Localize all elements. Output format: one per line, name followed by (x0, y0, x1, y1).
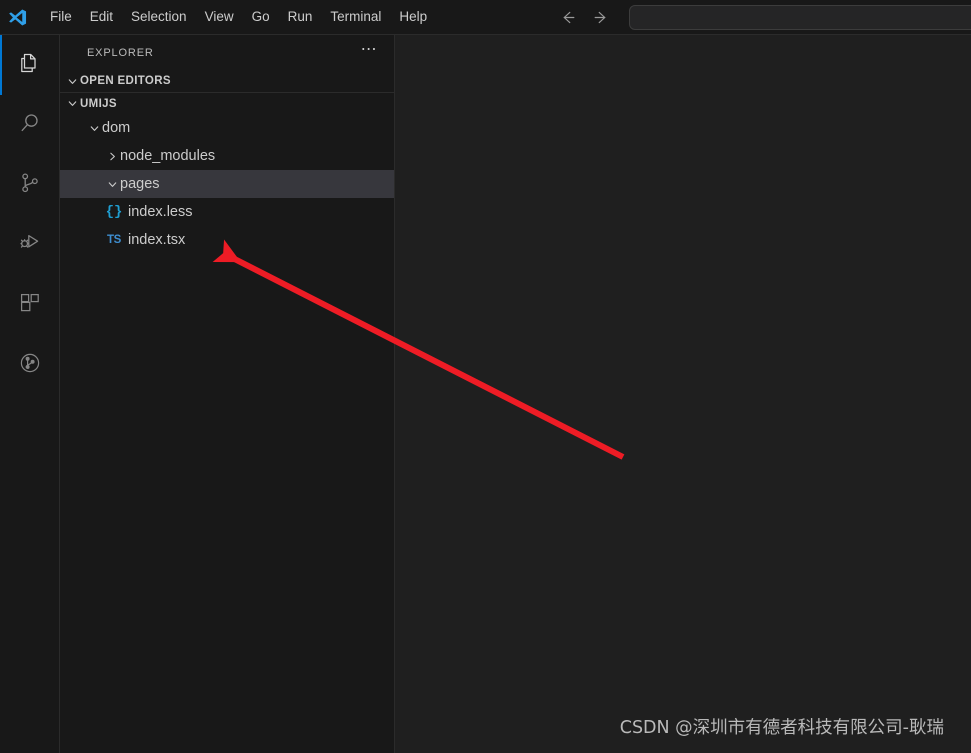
section-umijs-label: UMIJS (80, 97, 117, 110)
search-icon (18, 111, 42, 140)
menu-bar: File Edit Selection View Go Run Terminal… (41, 0, 436, 35)
section-umijs[interactable]: UMIJS (60, 92, 394, 114)
chevron-down-icon (104, 176, 120, 192)
extensions-icon (18, 291, 42, 320)
ellipsis-icon[interactable]: ⋯ (357, 41, 382, 62)
navigation-controls (555, 0, 619, 35)
menu-file[interactable]: File (41, 4, 81, 30)
activity-extensions[interactable] (0, 275, 60, 335)
menu-edit[interactable]: Edit (81, 4, 122, 30)
activity-bar (0, 35, 60, 753)
command-center[interactable] (629, 5, 971, 30)
git-graph-icon (18, 351, 42, 380)
vscode-logo-icon (0, 0, 35, 35)
tree-item-node-modules-label: node_modules (120, 148, 216, 164)
typescript-file-icon: TS (106, 234, 122, 246)
tree-item-pages-label: pages (120, 176, 160, 192)
activity-git-graph[interactable] (0, 335, 60, 395)
arrow-right-icon[interactable] (587, 5, 613, 31)
title-bar: File Edit Selection View Go Run Terminal… (0, 0, 971, 35)
tree-item-index-tsx-label: index.tsx (128, 232, 186, 248)
activity-explorer[interactable] (0, 35, 60, 95)
activity-source-control[interactable] (0, 155, 60, 215)
tree-item-dom[interactable]: dom (60, 114, 394, 142)
less-file-icon: {} (105, 204, 123, 220)
tree-item-node-modules[interactable]: node_modules (60, 142, 394, 170)
chevron-right-icon (104, 148, 120, 164)
menu-go[interactable]: Go (243, 4, 279, 30)
activity-search[interactable] (0, 95, 60, 155)
source-control-icon (18, 171, 42, 200)
tree-item-index-less-label: index.less (128, 204, 193, 220)
chevron-down-icon (64, 73, 80, 89)
tree-item-dom-label: dom (102, 120, 131, 136)
files-icon (18, 51, 42, 80)
chevron-down-icon (64, 96, 80, 112)
tree-item-pages[interactable]: pages (60, 170, 394, 198)
explorer-title-bar: EXPLORER ⋯ (60, 35, 394, 70)
watermark-text: CSDN @深圳市有德者科技有限公司-耿瑞 (619, 718, 944, 738)
run-and-debug-icon (18, 231, 42, 260)
arrow-left-icon[interactable] (555, 5, 581, 31)
menu-run[interactable]: Run (279, 4, 322, 30)
section-open-editors[interactable]: OPEN EDITORS (60, 70, 394, 92)
activity-run-debug[interactable] (0, 215, 60, 275)
menu-terminal[interactable]: Terminal (321, 4, 390, 30)
section-open-editors-label: OPEN EDITORS (80, 75, 171, 87)
menu-view[interactable]: View (196, 4, 243, 30)
chevron-down-icon (86, 120, 102, 136)
tree-item-index-tsx[interactable]: TS index.tsx (60, 226, 394, 254)
editor-area[interactable] (396, 35, 971, 753)
tree-item-index-less[interactable]: {} index.less (60, 198, 394, 226)
menu-selection[interactable]: Selection (122, 4, 196, 30)
vscode-window: File Edit Selection View Go Run Terminal… (0, 0, 971, 753)
explorer-sidebar: EXPLORER ⋯ OPEN EDITORS UMIJS dom node_m… (60, 35, 395, 753)
menu-help[interactable]: Help (390, 4, 436, 30)
page-title: EXPLORER (87, 46, 154, 59)
file-tree: dom node_modules pages {} index.less TS … (60, 114, 394, 254)
